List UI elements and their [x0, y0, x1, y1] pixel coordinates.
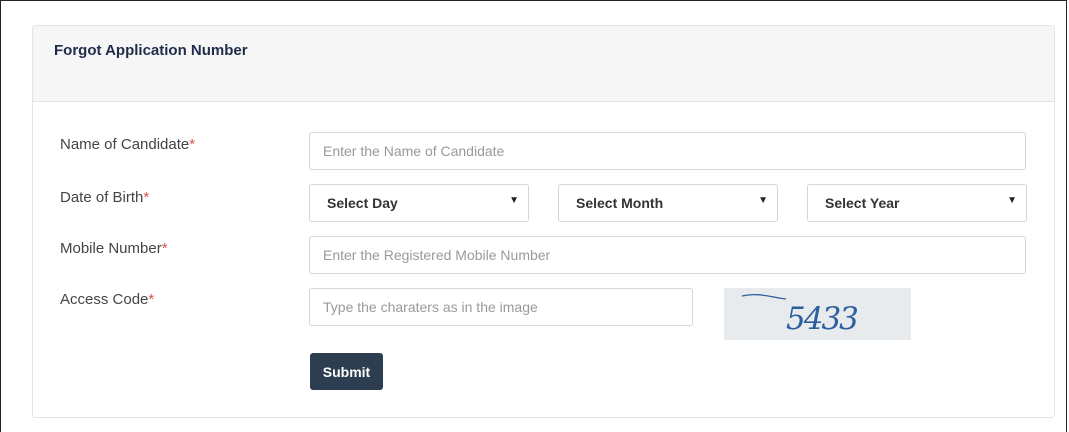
chevron-down-icon: ▼ — [758, 195, 768, 206]
select-year-dropdown[interactable]: Select Year ▼ — [807, 184, 1027, 222]
captcha-image: 5433 — [724, 288, 911, 340]
select-day-value: Select Day — [327, 195, 398, 211]
chevron-down-icon: ▼ — [1007, 195, 1017, 206]
name-label: Name of Candidate — [60, 136, 190, 153]
submit-button[interactable]: Submit — [310, 353, 383, 390]
mobile-label: Mobile Number — [60, 240, 162, 257]
mobile-number-input[interactable] — [309, 236, 1026, 274]
access-code-label-row: Access Code* — [60, 291, 154, 308]
required-marker: * — [189, 136, 196, 153]
captcha-graphic: 5433 — [741, 293, 860, 337]
select-month-value: Select Month — [576, 195, 664, 211]
required-marker: * — [161, 240, 168, 257]
dob-label: Date of Birth — [60, 189, 144, 206]
panel-header: Forgot Application Number — [33, 26, 1054, 102]
panel-title: Forgot Application Number — [54, 42, 248, 59]
select-day-dropdown[interactable]: Select Day ▼ — [309, 184, 529, 222]
name-label-row: Name of Candidate* — [60, 136, 195, 153]
access-code-label: Access Code — [60, 291, 149, 308]
required-marker: * — [148, 291, 155, 308]
select-month-dropdown[interactable]: Select Month ▼ — [558, 184, 778, 222]
select-year-value: Select Year — [825, 195, 900, 211]
required-marker: * — [143, 189, 150, 206]
captcha-text: 5433 — [786, 301, 858, 337]
access-code-input[interactable] — [309, 288, 693, 326]
dob-label-row: Date of Birth* — [60, 189, 149, 206]
mobile-label-row: Mobile Number* — [60, 240, 168, 257]
chevron-down-icon: ▼ — [509, 195, 519, 206]
name-of-candidate-input[interactable] — [309, 132, 1026, 170]
